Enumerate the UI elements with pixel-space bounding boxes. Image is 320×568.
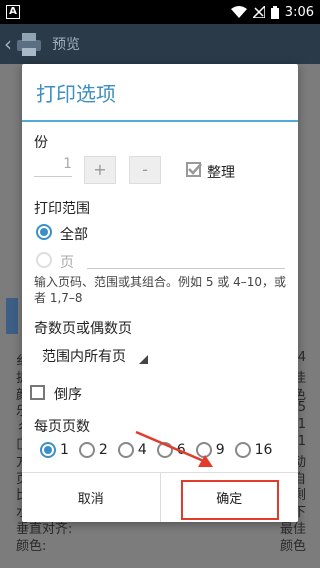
range-all-label: 全部	[60, 227, 88, 243]
per-page-option-label: 6	[176, 442, 186, 458]
background-row-left: 颜色:	[16, 538, 47, 554]
per-page-options: 1 2 4 6 9 16	[40, 442, 280, 458]
dropdown-arrow-icon	[139, 355, 148, 364]
copies-input[interactable]: 1	[34, 156, 72, 177]
per-page-radio[interactable]	[234, 442, 251, 458]
page-title: 预览	[52, 37, 80, 53]
range-all-radio[interactable]	[36, 224, 52, 240]
per-page-radio[interactable]	[40, 442, 56, 458]
background-blue-block	[6, 298, 18, 334]
range-pages-radio[interactable]	[36, 252, 52, 268]
per-page-option[interactable]: 6	[156, 442, 186, 458]
app-notification-icon: A	[6, 5, 20, 19]
print-range-label: 打印范围	[34, 201, 90, 217]
range-hint-text: 输入页码、范围或其组合。例如 5 或 4–10，或者 1,7–8	[34, 275, 286, 305]
background-row-right: 1	[297, 434, 306, 449]
action-bar: ‹ 预览	[0, 24, 320, 64]
printer-icon	[17, 33, 41, 56]
background-row-right: 4	[297, 350, 306, 365]
collate-checkbox[interactable]	[186, 162, 202, 177]
per-page-option-label: 1	[60, 442, 69, 458]
back-icon[interactable]: ‹	[4, 32, 12, 56]
background-row-right: 颜色	[279, 538, 306, 554]
reverse-checkbox[interactable]	[30, 385, 45, 400]
range-pages-input[interactable]	[87, 268, 285, 269]
copies-label: 份	[34, 135, 48, 151]
per-page-option[interactable]: 2	[78, 442, 108, 458]
odd-even-select[interactable]: 范围内所有页	[42, 346, 126, 366]
per-page-option[interactable]: 16	[234, 442, 273, 458]
reverse-label: 倒序	[54, 387, 82, 403]
status-bar: A 3:06	[0, 0, 320, 24]
confirm-highlight-box	[181, 480, 279, 520]
range-pages-label: 页	[60, 255, 74, 271]
copies-increment-button[interactable]: +	[84, 156, 116, 184]
signal-icon	[252, 6, 265, 18]
per-page-option[interactable]: 9	[195, 442, 225, 458]
wifi-icon	[230, 6, 247, 18]
per-page-radio[interactable]	[78, 442, 95, 458]
per-page-option-label: 2	[98, 442, 108, 458]
dialog-title: 打印选项	[22, 64, 298, 122]
per-page-radio[interactable]	[195, 442, 212, 458]
per-page-option-label: 4	[137, 442, 147, 458]
per-page-option[interactable]: 1	[40, 442, 69, 458]
odd-even-label: 奇数页或偶数页	[34, 321, 132, 337]
copies-decrement-button[interactable]: -	[129, 156, 161, 184]
print-options-dialog: 打印选项 份 1 + - 整理 打印范围 全部 页 输入页码、范围或其组合。例如…	[22, 64, 298, 522]
per-page-option-label: 16	[254, 442, 273, 458]
per-page-radio[interactable]	[117, 442, 134, 458]
background-row-right: 5	[297, 400, 306, 416]
battery-icon	[270, 5, 279, 19]
per-page-label: 每页页数	[34, 419, 90, 435]
per-page-option[interactable]: 4	[117, 442, 147, 458]
background-row-right: 1	[297, 417, 306, 433]
collate-label: 整理	[207, 165, 235, 181]
clock: 3:06	[284, 4, 314, 20]
per-page-radio[interactable]	[156, 442, 173, 458]
checkmark-icon	[188, 163, 202, 175]
cancel-button[interactable]: 取消	[22, 473, 161, 522]
per-page-option-label: 9	[215, 442, 225, 458]
